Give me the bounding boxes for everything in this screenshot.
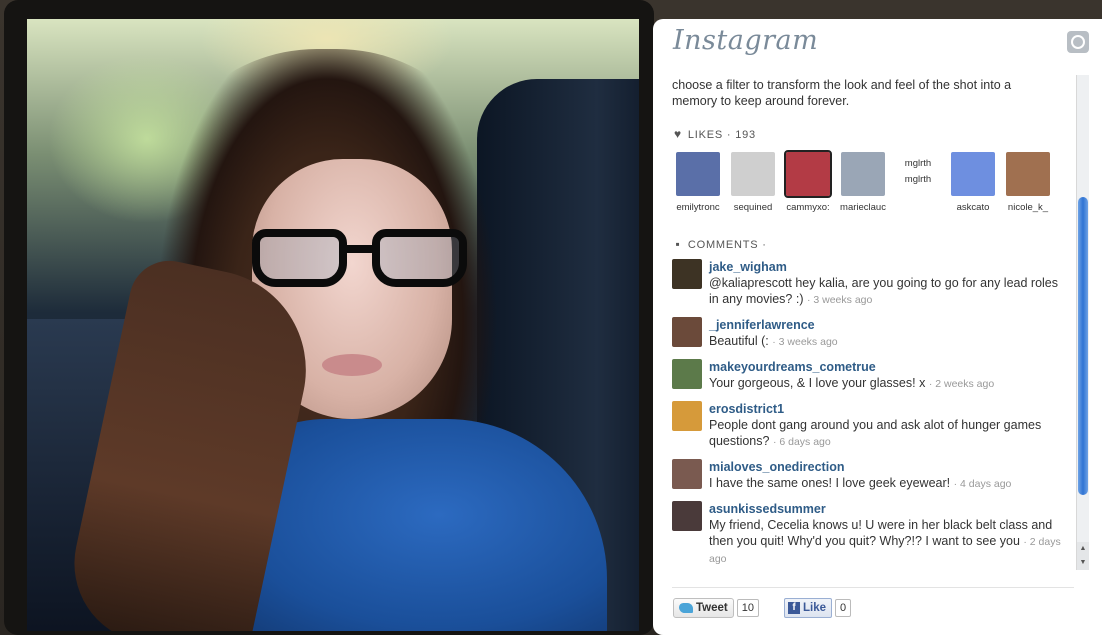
comment-item: erosdistrict1 People dont gang around you… <box>672 401 1062 450</box>
avatar[interactable] <box>676 152 720 196</box>
commenter-avatar[interactable] <box>672 259 702 289</box>
like-avatar-item[interactable]: emilytronc <box>672 152 724 213</box>
commenter-username[interactable]: jake_wigham <box>709 259 1062 275</box>
like-username[interactable]: sequined <box>727 202 779 213</box>
facebook-like-count: 0 <box>835 599 852 617</box>
facebook-like-widget: f Like 0 <box>784 598 852 618</box>
comment-timestamp: · 6 days ago <box>772 436 831 448</box>
comment-text: My friend, Cecelia knows u! U were in he… <box>709 518 1053 548</box>
like-username[interactable]: emilytronc <box>672 202 724 213</box>
scrollbar-thumb[interactable] <box>1078 197 1088 495</box>
like-username[interactable]: nicole_k_ <box>1002 202 1054 213</box>
commenter-username[interactable]: erosdistrict1 <box>709 401 1062 417</box>
heart-icon: ♥ <box>674 127 682 141</box>
commenter-username[interactable]: asunkissedsummer <box>709 501 1062 517</box>
likes-header: ♥ LIKES · 193 <box>672 127 756 141</box>
twitter-bird-icon <box>679 603 693 613</box>
commenter-avatar[interactable] <box>672 459 702 489</box>
photo-frame <box>4 0 654 635</box>
comment-text: I have the same ones! I love geek eyewea… <box>709 476 951 490</box>
avatar[interactable] <box>951 152 995 196</box>
likes-list: emilytronc sequined cammyxo: marieclauc mglr… <box>672 150 1072 222</box>
like-username[interactable]: cammyxo: <box>782 202 834 213</box>
comment-text: People dont gang around you and ask alot… <box>709 418 1042 448</box>
commenter-avatar[interactable] <box>672 359 702 389</box>
avatar[interactable] <box>731 152 775 196</box>
divider <box>672 587 1074 588</box>
like-username[interactable]: askcato <box>947 202 999 213</box>
scroll-up-icon[interactable]: ▲ <box>1077 542 1089 556</box>
comment-item: asunkissedsummer My friend, Cecelia knows… <box>672 501 1062 567</box>
comment-text: Your gorgeous, & I love your glasses! x <box>709 376 926 390</box>
post-details-scroll[interactable]: choose a filter to transform the look an… <box>653 75 1076 585</box>
post-caption: choose a filter to transform the look an… <box>672 78 1012 108</box>
commenter-avatar[interactable] <box>672 317 702 347</box>
comment-text: @kaliaprescott hey kalia, are you going … <box>709 276 1058 306</box>
avatar[interactable] <box>1006 152 1050 196</box>
like-avatar-item[interactable]: marieclauc <box>837 152 889 213</box>
commenter-username[interactable]: mialoves_onedirection <box>709 459 1062 475</box>
avatar[interactable]: mglrth mglrth <box>896 152 940 196</box>
commenter-avatar[interactable] <box>672 501 702 531</box>
scrollbar[interactable]: ▲ ▼ <box>1076 75 1089 570</box>
comment-item: _jenniferlawrence Beautiful (: · 3 weeks … <box>672 317 1062 350</box>
avatar[interactable] <box>841 152 885 196</box>
like-avatar-item[interactable]: mglrth mglrth <box>892 152 944 202</box>
commenter-username[interactable]: makeyourdreams_cometrue <box>709 359 1062 375</box>
comments-header: ▪ COMMENTS · <box>672 237 767 251</box>
comment-item: makeyourdreams_cometrue Your gorgeous, & … <box>672 359 1062 392</box>
like-avatar-item[interactable]: nicole_k_ <box>1002 152 1054 213</box>
comment-text: Beautiful (: <box>709 334 769 348</box>
instagram-logo[interactable]: Instagram <box>673 25 818 56</box>
like-username[interactable]: marieclauc <box>837 202 889 213</box>
post-detail-panel: Instagram choose a filter to transform t… <box>653 19 1102 635</box>
commenter-username[interactable]: _jenniferlawrence <box>709 317 1062 333</box>
comment-item: jake_wigham @kaliaprescott hey kalia, are… <box>672 259 1062 308</box>
comment-bubble-icon: ▪ <box>675 237 681 251</box>
like-avatar-item[interactable]: sequined <box>727 152 779 213</box>
like-avatar-item[interactable]: askcato <box>947 152 999 213</box>
avatar[interactable] <box>784 150 832 198</box>
camera-icon[interactable] <box>1067 31 1089 53</box>
tweet-button[interactable]: Tweet <box>673 598 734 618</box>
facebook-icon: f <box>788 602 800 614</box>
tweet-widget: Tweet 10 <box>673 598 759 618</box>
post-photo[interactable] <box>27 19 639 631</box>
scroll-down-icon[interactable]: ▼ <box>1077 556 1089 570</box>
comment-timestamp: · 3 weeks ago <box>806 294 873 306</box>
commenter-avatar[interactable] <box>672 401 702 431</box>
facebook-like-button[interactable]: f Like <box>784 598 833 618</box>
comment-timestamp: · 2 weeks ago <box>928 378 995 390</box>
comment-timestamp: · 3 weeks ago <box>772 336 838 348</box>
comment-timestamp: · 4 days ago <box>953 478 1012 490</box>
glasses <box>252 229 472 289</box>
tweet-count: 10 <box>736 599 759 617</box>
like-avatar-item[interactable]: cammyxo: <box>782 150 834 213</box>
comment-item: mialoves_onedirection I have the same one… <box>672 459 1062 492</box>
